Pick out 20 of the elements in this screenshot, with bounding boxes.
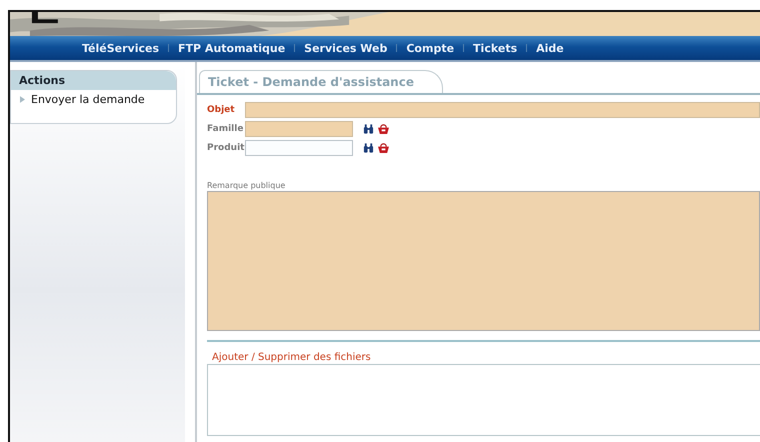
nav-link[interactable]: FTP Automatique <box>178 42 286 54</box>
nav-link[interactable]: Services Web <box>304 42 388 54</box>
basket-icon[interactable] <box>378 124 389 134</box>
triangle-icon <box>20 96 25 103</box>
nav-link[interactable]: TéléServices <box>82 42 160 54</box>
binoculars-icon[interactable] <box>363 143 374 153</box>
input-field[interactable] <box>245 121 353 137</box>
sidebar-item[interactable]: Envoyer la demande <box>31 93 145 106</box>
nav-link[interactable]: Compte <box>406 42 454 54</box>
input-field[interactable] <box>245 102 760 118</box>
basket-icon[interactable] <box>378 143 389 153</box>
nav-link[interactable]: Tickets <box>473 42 518 54</box>
binoculars-icon[interactable] <box>363 124 374 134</box>
input-field[interactable] <box>245 140 353 156</box>
nav-link[interactable]: Aide <box>536 42 564 54</box>
field-label: Remarque publique <box>207 181 286 190</box>
field-label: Famille <box>207 124 241 134</box>
sidebar-title: Actions <box>11 71 176 90</box>
section-title: Ajouter / Supprimer des fichiers <box>212 352 372 363</box>
field-label: Objet <box>207 105 236 115</box>
